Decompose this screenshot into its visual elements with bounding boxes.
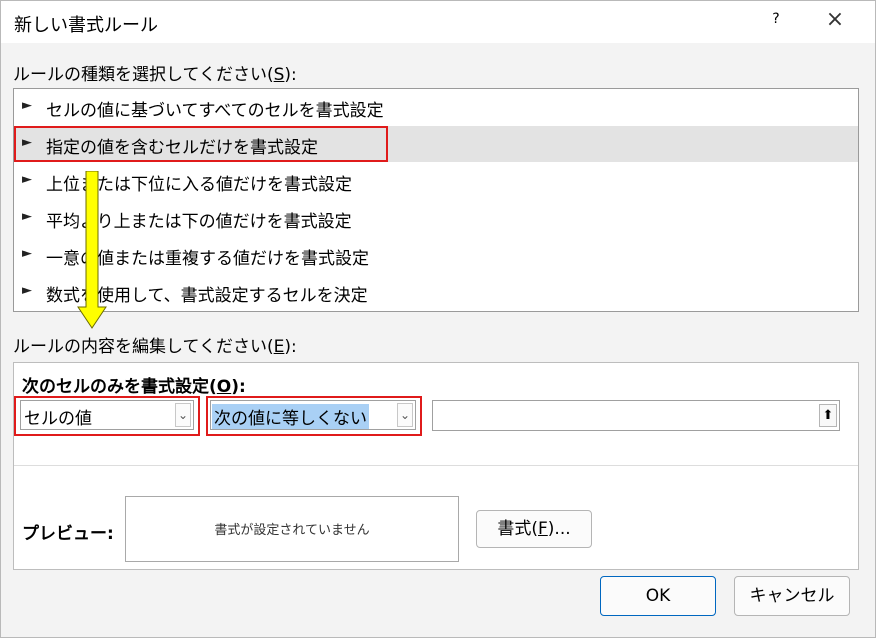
rule-type-item[interactable]: ► 一意の値または重複する値だけを書式設定 bbox=[14, 237, 858, 273]
rule-type-label: ルールの種類を選択してください(S): bbox=[13, 65, 297, 85]
value-input[interactable]: ⬆ bbox=[432, 400, 840, 431]
format-only-cells-heading: 次のセルのみを書式設定(O): bbox=[22, 377, 246, 397]
preview-box: 書式が設定されていません bbox=[125, 496, 459, 562]
title-bar: 新しい書式ルール ? × bbox=[1, 1, 875, 43]
ok-button[interactable]: OK bbox=[600, 576, 716, 616]
preview-label: プレビュー: bbox=[22, 524, 114, 544]
triangle-right-icon: ► bbox=[22, 246, 32, 261]
panel-divider bbox=[14, 465, 858, 466]
format-button[interactable]: 書式(F)... bbox=[476, 510, 592, 548]
rule-type-item[interactable]: ► 上位または下位に入る値だけを書式設定 bbox=[14, 163, 858, 199]
rule-type-item[interactable]: ► セルの値に基づいてすべてのセルを書式設定 bbox=[14, 89, 858, 125]
rule-type-list[interactable]: ► セルの値に基づいてすべてのセルを書式設定 ► 指定の値を含むセルだけを書式設… bbox=[13, 88, 859, 312]
cell-value-highlight-box bbox=[14, 396, 200, 436]
new-format-rule-dialog: 新しい書式ルール ? × ルールの種類を選択してください(S): ► セルの値に… bbox=[0, 0, 876, 638]
rule-type-item-label: セルの値に基づいてすべてのセルを書式設定 bbox=[46, 101, 384, 121]
triangle-right-icon: ► bbox=[22, 98, 32, 113]
down-arrow-annotation-icon bbox=[77, 171, 107, 329]
rule-type-item[interactable]: ► 平均より上または下の値だけを書式設定 bbox=[14, 200, 858, 236]
cancel-button[interactable]: キャンセル bbox=[734, 576, 850, 616]
triangle-right-icon: ► bbox=[22, 283, 32, 298]
rule-type-item[interactable]: ► 数式を使用して、書式設定するセルを決定 bbox=[14, 274, 858, 310]
edit-rule-label: ルールの内容を編集してください(E): bbox=[13, 337, 297, 357]
help-button[interactable]: ? bbox=[766, 11, 786, 27]
close-button[interactable]: × bbox=[823, 7, 847, 32]
triangle-right-icon: ► bbox=[22, 172, 32, 187]
collapse-dialog-icon[interactable]: ⬆ bbox=[819, 404, 837, 427]
preview-text: 書式が設定されていません bbox=[214, 523, 370, 538]
operator-highlight-box bbox=[206, 396, 422, 436]
dialog-title: 新しい書式ルール bbox=[14, 15, 158, 36]
triangle-right-icon: ► bbox=[22, 209, 32, 224]
selected-rule-highlight-box bbox=[14, 126, 388, 162]
